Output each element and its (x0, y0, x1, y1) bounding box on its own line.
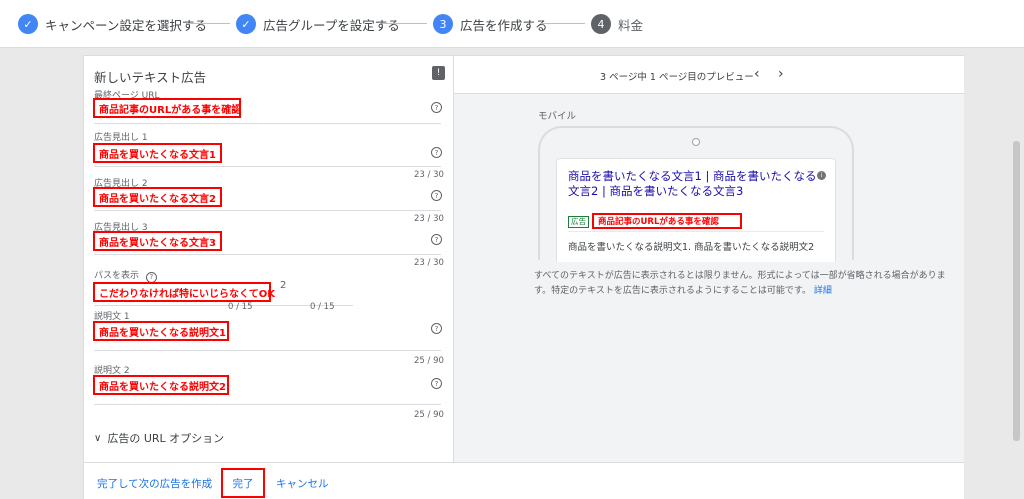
feedback-icon[interactable]: ! (432, 66, 445, 80)
check-icon: ✓ (18, 14, 38, 34)
url-options-label: 広告の URL オプション (107, 432, 225, 445)
step-connector (186, 23, 230, 24)
phone-camera (692, 138, 700, 146)
desc2-input[interactable]: 商品を買いたくなる説明文2 (93, 375, 229, 395)
preview-note: すべてのテキストが広告に表示されるとは限りません。形式によっては一部が省略される… (534, 269, 954, 299)
path1-count: 0 / 15 (228, 302, 253, 312)
desc2-count: 25 / 90 (414, 410, 444, 420)
preview-note-text: すべてのテキストが広告に表示されるとは限りません。形式によっては一部が省略される… (534, 271, 946, 296)
step-connector (540, 23, 585, 24)
ad-editor-panel: 新しいテキスト広告 ! 最終ページ URL 商品記事のURLがある事を確認 ? … (83, 55, 964, 499)
preview-page-label: 3 ページ中 1 ページ目のプレビュー (600, 72, 754, 83)
headline1-count: 23 / 30 (414, 170, 444, 180)
step-adgroup[interactable]: ✓ 広告グループを設定する (236, 14, 400, 34)
step-label: 料金 (618, 17, 644, 33)
headline2-count: 23 / 30 (414, 214, 444, 224)
cancel-button[interactable]: キャンセル (276, 476, 329, 491)
next-icon[interactable]: › (778, 66, 784, 82)
learn-more-link[interactable]: 詳細 (814, 286, 832, 296)
path-input[interactable]: こだわりなければ特にいじらなくてOK (93, 282, 275, 302)
path2-count: 0 / 15 (310, 302, 335, 312)
step-label: 広告グループを設定する (263, 17, 400, 33)
field-underline (94, 404, 441, 405)
form-footer: 完了して次の広告を作成 完了 キャンセル (84, 462, 964, 499)
ad-display-url: 商品記事のURLがある事を確認 (592, 213, 742, 229)
done-button[interactable]: 完了 (221, 468, 265, 498)
ad-preview: 3 ページ中 1 ページ目のプレビュー ‹ › モバイル 商品を書いたくなる文言… (454, 56, 964, 462)
path2-value: 2 (280, 280, 287, 291)
step-billing[interactable]: 4 料金 (591, 14, 643, 34)
path-label: パスを表示 ? (94, 268, 157, 283)
help-icon[interactable]: ? (431, 378, 442, 389)
preview-header: 3 ページ中 1 ページ目のプレビュー ‹ › (454, 56, 964, 94)
field-underline (94, 166, 441, 167)
field-underline (94, 350, 441, 351)
ad-badge: 広告 (568, 216, 589, 228)
step-connector (382, 23, 427, 24)
info-icon[interactable]: i (817, 171, 826, 180)
help-icon[interactable]: ? (145, 271, 157, 283)
help-icon[interactable]: ? (431, 323, 442, 334)
stepper: ✓ キャンペーン設定を選択する ✓ 広告グループを設定する 3 広告を作成する … (0, 0, 1024, 48)
form-title: 新しいテキスト広告 (94, 70, 207, 85)
step-label: 広告を作成する (460, 17, 548, 33)
field-underline (94, 123, 441, 124)
headline3-count: 23 / 30 (414, 258, 444, 268)
desc1-count: 25 / 90 (414, 356, 444, 366)
check-icon: ✓ (236, 14, 256, 34)
field-underline (94, 254, 441, 255)
ad-card: 商品を書いたくなる文言1 | 商品を書いたくなる文言2 | 商品を書いたくなる文… (556, 158, 836, 262)
step-campaign[interactable]: ✓ キャンペーン設定を選択する (18, 14, 207, 34)
ad-headline[interactable]: 商品を書いたくなる文言1 | 商品を書いたくなる文言2 | 商品を書いたくなる文… (568, 169, 818, 199)
url-options-toggle[interactable]: ∨ 広告の URL オプション (94, 430, 224, 446)
headline3-input[interactable]: 商品を買いたくなる文言3 (93, 231, 222, 251)
field-underline (94, 210, 441, 211)
step-create-ad[interactable]: 3 広告を作成する (433, 14, 548, 34)
ad-description: 商品を書いたくなる説明文1. 商品を書いたくなる説明文2 (568, 242, 815, 253)
path-label-text: パスを表示 (94, 271, 140, 281)
final-url-input[interactable]: 商品記事のURLがある事を確認 (93, 98, 241, 118)
desc1-input[interactable]: 商品を買いたくなる説明文1 (93, 321, 229, 341)
ad-form: 新しいテキスト広告 ! 最終ページ URL 商品記事のURLがある事を確認 ? … (84, 56, 454, 462)
headline2-input[interactable]: 商品を買いたくなる文言2 (93, 187, 222, 207)
step-label: キャンペーン設定を選択する (45, 17, 207, 33)
help-icon[interactable]: ? (431, 147, 442, 158)
save-and-next-button[interactable]: 完了して次の広告を作成 (97, 476, 212, 491)
scrollbar[interactable] (1013, 141, 1020, 441)
help-icon[interactable]: ? (431, 102, 442, 113)
card-divider (568, 231, 824, 232)
prev-icon[interactable]: ‹ (754, 66, 760, 82)
phone-frame: 商品を書いたくなる文言1 | 商品を書いたくなる文言2 | 商品を書いたくなる文… (538, 126, 854, 262)
help-icon[interactable]: ? (431, 234, 442, 245)
help-icon[interactable]: ? (431, 190, 442, 201)
headline1-label: 広告見出し 1 (94, 133, 148, 143)
step-number: 3 (433, 14, 453, 34)
headline1-input[interactable]: 商品を買いたくなる文言1 (93, 143, 222, 163)
step-number: 4 (591, 14, 611, 34)
device-label: モバイル (538, 111, 577, 122)
chevron-down-icon: ∨ (94, 432, 102, 444)
